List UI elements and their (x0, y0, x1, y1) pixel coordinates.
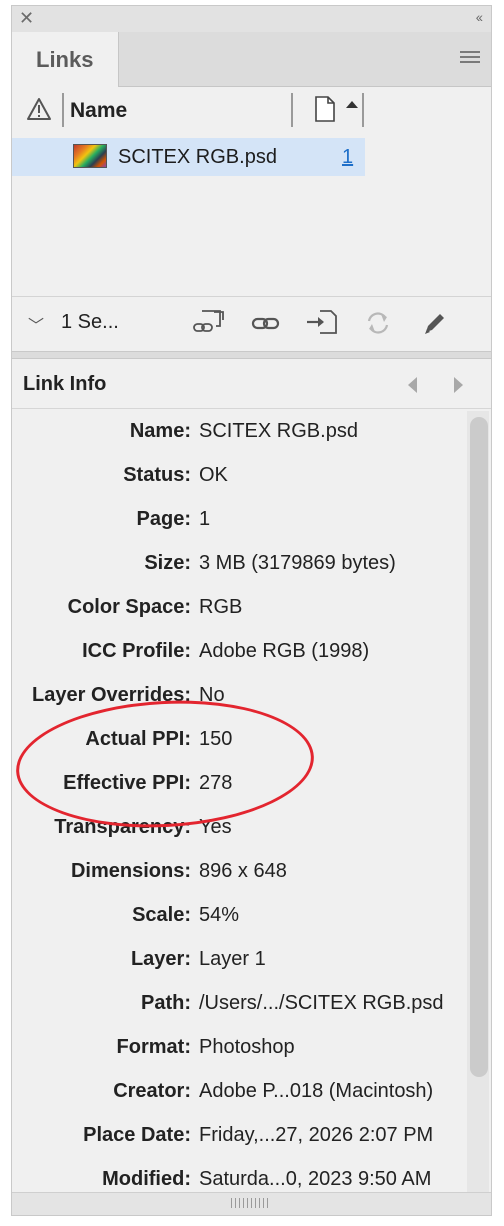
info-row-status: Status: OK (12, 455, 467, 499)
link-row[interactable]: SCITEX RGB.psd 1 (12, 138, 365, 176)
info-value: Photoshop (199, 1036, 295, 1058)
info-label: Modified: (102, 1168, 191, 1190)
info-row-layer: Layer: Layer 1 (12, 939, 467, 983)
previous-link-icon[interactable] (408, 377, 417, 393)
link-page-number[interactable]: 1 (342, 146, 353, 169)
relink-icon[interactable] (250, 308, 282, 338)
info-label: Size: (144, 552, 191, 574)
update-link-icon[interactable] (363, 308, 393, 338)
info-label: Layer: (130, 948, 191, 970)
info-row-scale: Scale: 54% (12, 895, 467, 939)
tab-links-label: Links (36, 47, 94, 72)
info-value: Friday,...27, 2026 2:07 PM (199, 1124, 434, 1146)
info-value: 3 MB (3179869 bytes) (199, 552, 396, 574)
info-row-path: Path: /Users/.../SCITEX RGB.psd (12, 983, 467, 1027)
column-separator[interactable] (362, 93, 364, 127)
info-label: Name: (129, 420, 191, 442)
info-value: Layer 1 (199, 948, 266, 970)
info-value: Saturda...0, 2023 9:50 AM (199, 1168, 432, 1190)
column-header: Name (12, 87, 491, 134)
info-row-name: Name: SCITEX RGB.psd (12, 411, 467, 455)
next-link-icon[interactable] (454, 377, 463, 393)
column-separator[interactable] (291, 93, 293, 127)
column-separator[interactable] (62, 93, 64, 127)
info-row-size: Size: 3 MB (3179869 bytes) (12, 543, 467, 587)
sort-ascending-icon[interactable] (346, 101, 358, 108)
info-label: Color Space: (67, 596, 191, 618)
tab-bar: Links (12, 32, 491, 87)
info-value: 896 x 648 (199, 860, 287, 882)
resize-grip[interactable] (12, 1192, 491, 1215)
info-value: /Users/.../SCITEX RGB.psd (199, 992, 444, 1014)
info-row-page: Page: 1 (12, 499, 467, 543)
info-label: Scale: (132, 904, 191, 926)
info-value: 54% (199, 904, 240, 926)
links-toolbar: ﹀ 1 Se... (12, 296, 491, 352)
info-row-dimensions: Dimensions: 896 x 648 (12, 851, 467, 895)
link-name: SCITEX RGB.psd (118, 146, 277, 168)
info-value: OK (199, 464, 228, 486)
chevron-down-icon[interactable]: ﹀ (28, 312, 44, 336)
warning-icon[interactable] (26, 97, 52, 121)
panel-title-bar: ✕ ‹‹ (12, 6, 491, 33)
info-label: Creator: (113, 1080, 191, 1102)
grip-icon (231, 1198, 271, 1208)
info-label: Dimensions: (70, 860, 191, 882)
collapse-icon[interactable]: ‹‹ (476, 9, 483, 25)
info-row-format: Format: Photoshop (12, 1027, 467, 1071)
info-value: SCITEX RGB.psd (199, 420, 358, 442)
relink-from-cc-icon[interactable] (190, 308, 228, 338)
scrollbar-thumb[interactable] (470, 417, 488, 1077)
link-info-header[interactable]: Link Info (12, 358, 491, 409)
links-panel: ✕ ‹‹ Links Name SCITEX RGB.psd 1 ﹀ 1 Se.… (11, 5, 492, 1216)
goto-link-icon[interactable] (305, 308, 339, 338)
info-label: Format: (116, 1036, 191, 1058)
close-icon[interactable]: ✕ (19, 8, 34, 28)
info-label: Path: (141, 992, 191, 1014)
info-row-color-space: Color Space: RGB (12, 587, 467, 631)
info-value: 1 (199, 508, 211, 530)
name-column-header[interactable]: Name (70, 99, 127, 123)
info-row-icc-profile: ICC Profile: Adobe RGB (1998) (12, 631, 467, 675)
page-icon[interactable] (314, 96, 336, 122)
selection-count: 1 Se... (61, 311, 119, 333)
info-label: Place Date: (83, 1124, 191, 1146)
link-info-scrollbar[interactable] (467, 411, 489, 1193)
info-row-creator: Creator: Adobe P...018 (Macintosh) (12, 1071, 467, 1115)
info-label: Status: (123, 464, 191, 486)
edit-original-icon[interactable] (420, 308, 448, 338)
info-value: Adobe P...018 (Macintosh) (199, 1080, 434, 1102)
info-label: Page: (136, 508, 191, 530)
info-row-place-date: Place Date: Friday,...27, 2026 2:07 PM (12, 1115, 467, 1159)
link-thumbnail (73, 144, 107, 168)
link-info-title: Link Info (23, 373, 107, 395)
panel-menu-icon[interactable] (460, 51, 480, 64)
info-value: RGB (199, 596, 243, 618)
info-value: Adobe RGB (1998) (199, 640, 370, 662)
tab-links[interactable]: Links (12, 32, 119, 87)
info-label: ICC Profile: (82, 640, 191, 662)
